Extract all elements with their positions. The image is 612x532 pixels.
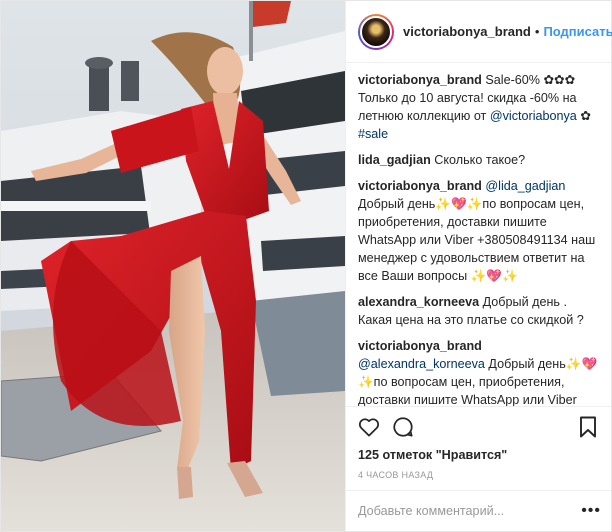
comment-text: Сколько такое? — [434, 153, 526, 167]
avatar-image — [360, 15, 392, 48]
comment-bubble-icon[interactable] — [390, 414, 416, 440]
comment-hashtag[interactable]: #sale — [358, 127, 388, 141]
caption-comment: victoriabonya_brand Sale-60% ✿✿✿ Только … — [358, 71, 601, 143]
comment-username[interactable]: victoriabonya_brand — [358, 179, 482, 193]
comment-username[interactable]: lida_gadjian — [358, 153, 431, 167]
post-actions — [346, 406, 611, 446]
photo-woman-red-dress-on-yacht — [1, 1, 345, 531]
comment-mention[interactable]: @lida_gadjian — [485, 179, 565, 193]
comment-username[interactable]: alexandra_korneeva — [358, 295, 479, 309]
add-comment-input[interactable] — [358, 504, 582, 518]
comment-mention[interactable]: @victoriabonya — [490, 109, 577, 123]
instagram-post: victoriabonya_brand • Подписаться victor… — [0, 0, 612, 532]
bookmark-icon[interactable] — [575, 414, 601, 440]
post-side-panel: victoriabonya_brand • Подписаться victor… — [345, 1, 612, 531]
comment-mention[interactable]: @alexandra_korneeva — [358, 357, 485, 371]
more-options-icon[interactable]: ••• — [581, 502, 601, 520]
comment-username[interactable]: victoriabonya_brand — [358, 73, 482, 87]
post-header: victoriabonya_brand • Подписаться — [346, 1, 612, 63]
profile-avatar-icon[interactable] — [358, 13, 394, 50]
comment-item: alexandra_korneeva Добрый день . Какая ц… — [358, 293, 601, 329]
comment-item: lida_gadjian Сколько такое? — [358, 151, 601, 169]
post-photo[interactable] — [1, 1, 345, 531]
heart-icon[interactable] — [356, 414, 382, 440]
likes-count[interactable]: 125 отметок "Нравится" — [346, 446, 611, 462]
follow-button[interactable]: Подписаться — [543, 24, 612, 39]
header-username[interactable]: victoriabonya_brand — [403, 24, 531, 39]
comment-item: victoriabonya_brand @alexandra_korneeva … — [358, 337, 601, 406]
add-comment-bar: ••• — [346, 490, 611, 531]
comment-username[interactable]: victoriabonya_brand — [358, 339, 482, 353]
header-separator: • — [534, 24, 540, 39]
comment-text: Добрый день✨💖✨по вопросам цен, приобрете… — [358, 197, 596, 283]
post-timestamp: 4 часов назад — [358, 470, 434, 480]
comment-text: ✿ — [576, 109, 591, 123]
comments-list[interactable]: victoriabonya_brand Sale-60% ✿✿✿ Только … — [346, 63, 611, 406]
comment-item: victoriabonya_brand @lida_gadjian Добрый… — [358, 177, 601, 285]
